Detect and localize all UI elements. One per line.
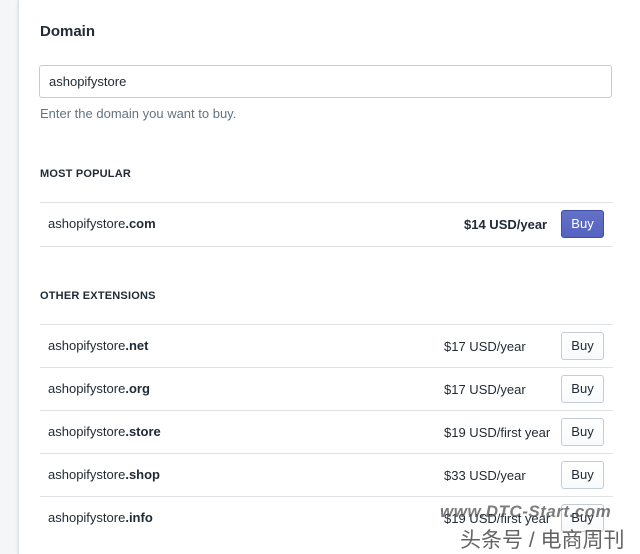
other-extensions-label: OTHER EXTENSIONS — [40, 290, 156, 302]
help-text: Enter the domain you want to buy. — [40, 106, 237, 121]
domain-price: $17 USD/year — [444, 339, 526, 354]
domain-price: $17 USD/year — [444, 382, 526, 397]
most-popular-label: MOST POPULAR — [40, 168, 132, 180]
domain-row-org: ashopifystore.org $17 USD/year Buy — [40, 367, 613, 411]
domain-price: $33 USD/year — [444, 468, 526, 483]
domain-row-store: ashopifystore.store $19 USD/first year B… — [40, 410, 613, 454]
domain-name: ashopifystore.org — [48, 381, 150, 396]
domain-name: ashopifystore.com — [48, 216, 156, 231]
watermark-caption: 头条号 / 电商周刊 — [460, 529, 625, 552]
buy-button-com[interactable]: Buy — [561, 210, 604, 238]
domain-name: ashopifystore.store — [48, 424, 161, 439]
domain-name: ashopifystore.net — [48, 338, 149, 353]
buy-button-net[interactable]: Buy — [561, 332, 604, 360]
domain-search-input[interactable]: ashopifystore — [39, 65, 612, 98]
watermark-url: www.DTC-Start.com — [440, 502, 612, 521]
buy-button-org[interactable]: Buy — [561, 375, 604, 403]
domain-name: ashopifystore.shop — [48, 467, 160, 482]
section-title: Domain — [40, 23, 96, 40]
buy-button-shop[interactable]: Buy — [561, 461, 604, 489]
domain-price: $19 USD/first year — [444, 425, 551, 440]
domain-card: Domain ashopifystore Enter the domain yo… — [18, 0, 640, 554]
buy-button-store[interactable]: Buy — [561, 418, 604, 446]
domain-row-shop: ashopifystore.shop $33 USD/year Buy — [40, 453, 613, 497]
domain-row-net: ashopifystore.net $17 USD/year Buy — [40, 324, 613, 368]
domain-name: ashopifystore.info — [48, 510, 153, 525]
domain-price: $14 USD/year — [464, 217, 548, 232]
domain-row-com: ashopifystore.com $14 USD/year Buy — [40, 202, 613, 247]
